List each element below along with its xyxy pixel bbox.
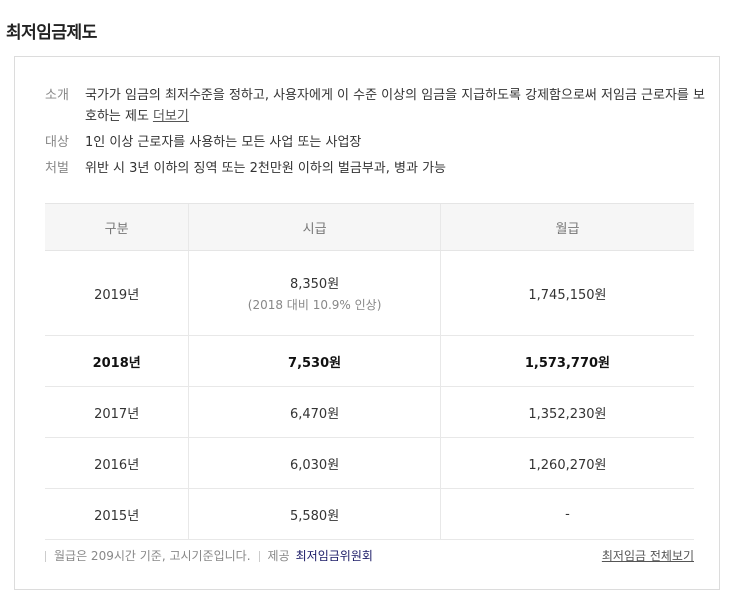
table-row: 2017년 6,470원 1,352,230원 <box>45 386 694 438</box>
hourly-cell: 6,030원 <box>188 437 441 489</box>
column-header: 구분 <box>45 203 189 251</box>
monthly-cell: 1,352,230원 <box>439 386 694 438</box>
info-row-penalty: 처벌 위반 시 3년 이하의 징역 또는 2천만원 이하의 벌금부과, 병과 가… <box>45 158 705 179</box>
table-row: 2019년 8,350원 (2018 대비 10.9% 인상) 1,745,15… <box>45 250 694 336</box>
table-row: 2015년 5,580원 - <box>45 488 694 540</box>
year-cell: 2018년 <box>45 335 189 387</box>
info-label: 대상 <box>45 135 69 150</box>
divider <box>45 551 46 562</box>
page-title: 최저임금제도 <box>6 23 97 43</box>
info-text: 1인 이상 근로자를 사용하는 모든 사업 또는 사업장 <box>85 135 362 150</box>
info-label: 처벌 <box>45 161 69 176</box>
monthly-cell: 1,573,770원 <box>439 335 694 387</box>
hourly-cell: 5,580원 <box>188 488 441 540</box>
column-header: 월급 <box>439 203 694 251</box>
monthly-cell: 1,745,150원 <box>439 250 694 336</box>
year-cell: 2015년 <box>45 488 189 540</box>
hourly-cell: 8,350원 (2018 대비 10.9% 인상) <box>188 250 441 336</box>
column-header: 시급 <box>188 203 441 251</box>
table-row: 2018년 7,530원 1,573,770원 <box>45 335 694 387</box>
year-cell: 2019년 <box>45 250 189 336</box>
table-header-row: 구분 시급 월급 <box>45 203 694 251</box>
divider <box>258 551 260 562</box>
year-cell: 2016년 <box>45 437 189 489</box>
info-row-target: 대상 1인 이상 근로자를 사용하는 모든 사업 또는 사업장 <box>45 132 705 153</box>
more-link[interactable]: 더보기 <box>153 109 189 124</box>
footer-note: 월급은 209시간 기준, 고시기준입니다. <box>54 549 251 563</box>
hourly-cell: 6,470원 <box>188 386 441 438</box>
monthly-cell: 1,260,270원 <box>439 437 694 489</box>
increase-note: (2018 대비 10.9% 인상) <box>247 298 382 312</box>
info-section: 소개 국가가 임금의 최저수준을 정하고, 사용자에게 이 수준 이상의 임금을… <box>45 85 705 184</box>
minimum-wage-card: 소개 국가가 임금의 최저수준을 정하고, 사용자에게 이 수준 이상의 임금을… <box>14 56 720 590</box>
view-all-link[interactable]: 최저임금 전체보기 <box>602 547 694 564</box>
monthly-cell: - <box>439 488 694 540</box>
info-text: 국가가 임금의 최저수준을 정하고, 사용자에게 이 수준 이상의 임금을 지급… <box>85 88 705 124</box>
year-cell: 2017년 <box>45 386 189 438</box>
hourly-cell: 7,530원 <box>188 335 441 387</box>
table-row: 2016년 6,030원 1,260,270원 <box>45 437 694 489</box>
footer: 월급은 209시간 기준, 고시기준입니다. 제공 최저임금위원회 최저임금 전체보… <box>45 547 694 564</box>
info-label: 소개 <box>45 88 69 103</box>
provider-label: 제공 <box>267 549 290 563</box>
wage-table: 구분 시급 월급 2019년 8,350원 (2018 대비 10.9% 인상)… <box>45 203 694 540</box>
info-row-intro: 소개 국가가 임금의 최저수준을 정하고, 사용자에게 이 수준 이상의 임금을… <box>45 85 705 127</box>
provider-name: 최저임금위원회 <box>295 549 373 563</box>
info-text: 위반 시 3년 이하의 징역 또는 2천만원 이하의 벌금부과, 병과 가능 <box>85 161 446 176</box>
hourly-value: 8,350원 <box>289 277 340 292</box>
